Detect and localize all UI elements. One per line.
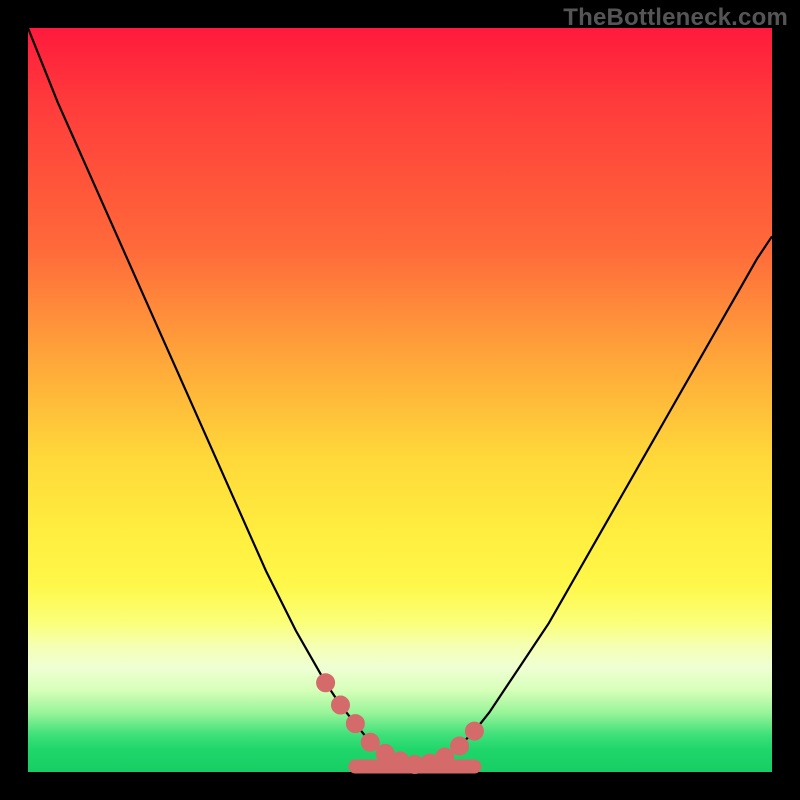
trough-marker: [451, 737, 469, 755]
bottleneck-curve: [28, 28, 772, 765]
trough-marker: [436, 748, 454, 766]
trough-markers: [317, 674, 484, 774]
trough-marker: [346, 715, 364, 733]
chart-stage: TheBottleneck.com: [0, 0, 800, 800]
watermark-text: TheBottleneck.com: [563, 4, 788, 32]
chart-overlay: [28, 28, 772, 772]
trough-marker: [331, 696, 349, 714]
trough-marker: [465, 722, 483, 740]
trough-marker: [317, 674, 335, 692]
trough-marker: [361, 733, 379, 751]
